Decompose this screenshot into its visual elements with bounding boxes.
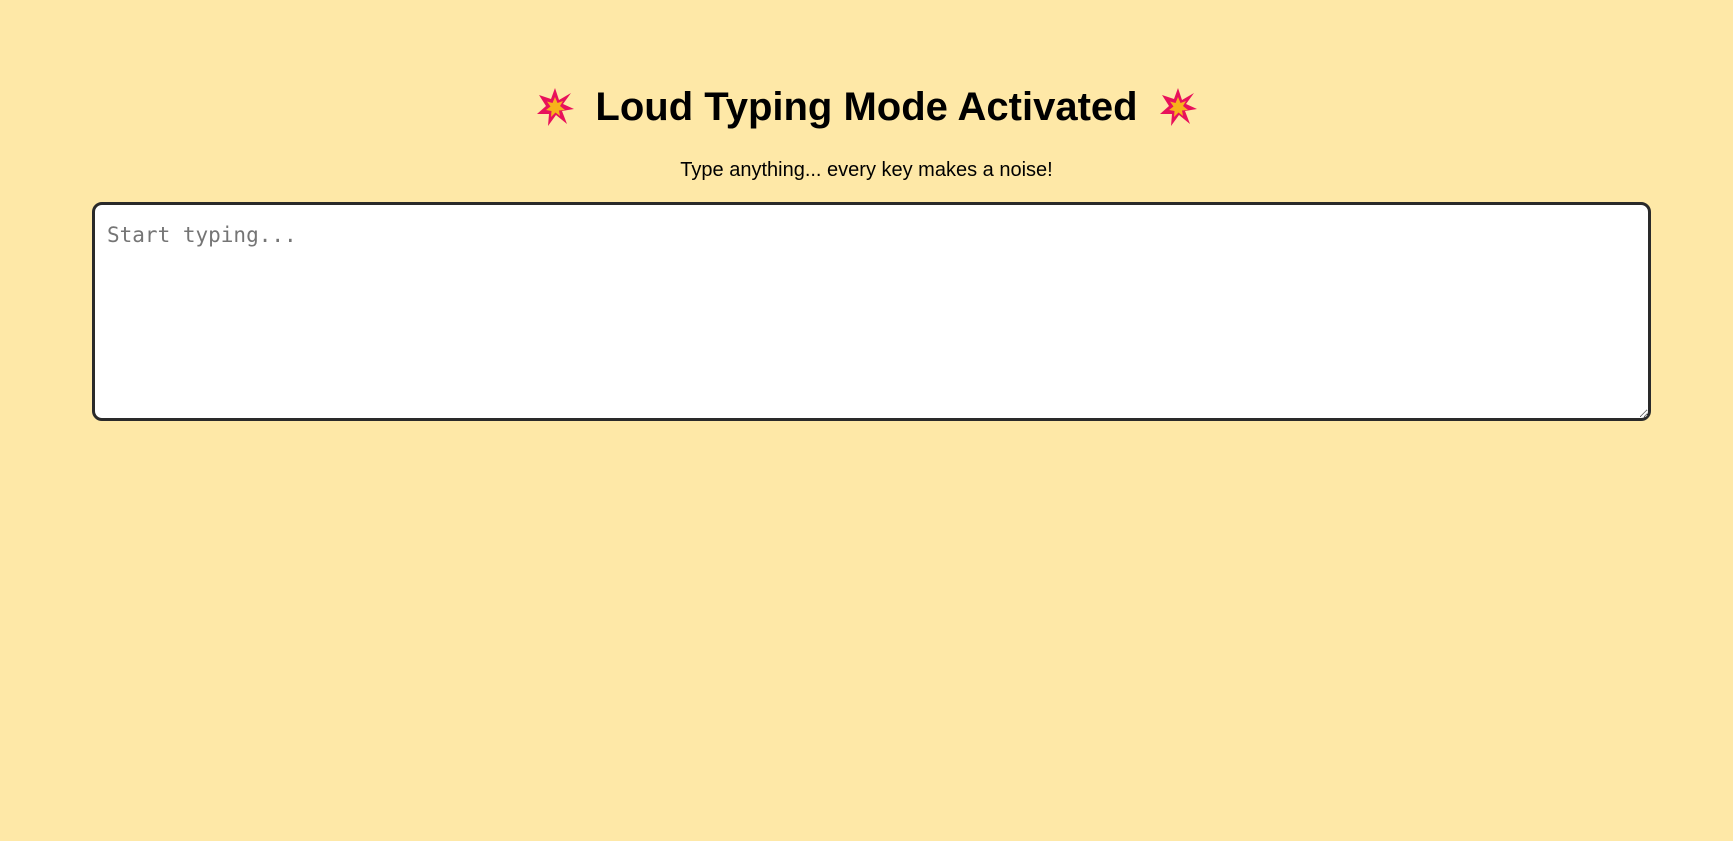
page-header: Loud Typing Mode Activated: [0, 82, 1733, 132]
typing-input[interactable]: [92, 202, 1651, 421]
page-title: Loud Typing Mode Activated: [595, 85, 1138, 129]
collision-burst-icon: [535, 87, 575, 127]
collision-burst-icon: [1158, 87, 1198, 127]
instructions-text: Type anything... every key makes a noise…: [680, 159, 1053, 181]
